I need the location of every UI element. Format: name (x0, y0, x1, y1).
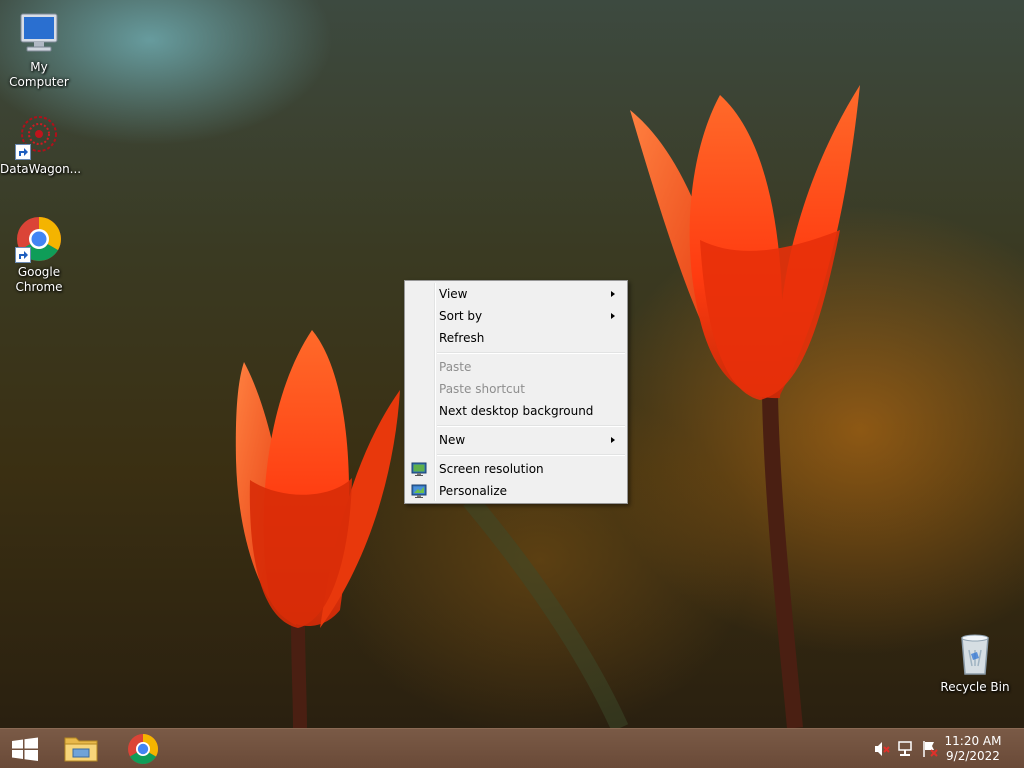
taskbar-clock[interactable]: 11:20 AM 9/2/2022 (942, 734, 1004, 764)
menu-item-paste-shortcut[interactable]: Paste shortcut (407, 378, 625, 400)
chrome-icon (15, 215, 63, 263)
shortcut-arrow-icon (15, 144, 31, 160)
chrome-icon (128, 734, 159, 765)
computer-icon (15, 10, 63, 58)
menu-item-personalize[interactable]: Personalize (407, 480, 625, 502)
menu-item-screen-resolution[interactable]: Screen resolution (407, 458, 625, 480)
menu-item-label: Paste shortcut (439, 382, 525, 396)
volume-muted-icon (875, 742, 890, 756)
taskbar-chrome[interactable] (120, 729, 166, 769)
clock-date: 9/2/2022 (946, 749, 1000, 763)
file-explorer-icon (64, 737, 98, 762)
menu-separator (437, 422, 625, 429)
menu-item-label: Screen resolution (439, 462, 544, 476)
desktop-icon-datawagon[interactable]: DataWagon... (0, 112, 82, 177)
submenu-arrow-icon (611, 291, 615, 297)
menu-separator (437, 349, 625, 356)
menu-item-view[interactable]: View (407, 283, 625, 305)
taskbar: 11:20 AM 9/2/2022 (0, 728, 1024, 768)
windows-logo-icon (12, 737, 38, 761)
menu-item-next-desktop-background[interactable]: Next desktop background (407, 400, 625, 422)
desktop-icon-google-chrome[interactable]: Google Chrome (0, 215, 78, 295)
menu-item-label: New (439, 433, 466, 447)
desktop-icon-label: DataWagon... (0, 162, 82, 176)
tray-volume[interactable] (872, 729, 892, 769)
desktop-icon-label: My Computer (9, 60, 69, 89)
desktop-icon-label-line1: Google (17, 265, 61, 279)
clock-time: 11:20 AM (944, 734, 1002, 748)
tray-network[interactable] (896, 729, 916, 769)
desktop-icon-my-computer[interactable]: My Computer (0, 10, 78, 90)
desktop-icon-label: Recycle Bin (940, 680, 1010, 694)
menu-item-label: Sort by (439, 309, 483, 323)
menu-item-refresh[interactable]: Refresh (407, 327, 625, 349)
menu-item-sort-by[interactable]: Sort by (407, 305, 625, 327)
start-button[interactable] (0, 729, 50, 769)
submenu-arrow-icon (611, 313, 615, 319)
menu-item-label: Paste (439, 360, 472, 374)
network-icon (898, 741, 912, 756)
menu-item-label: View (439, 287, 468, 301)
menu-separator (437, 451, 625, 458)
desktop-icon-label-line2: Chrome (15, 280, 63, 294)
personalize-icon (411, 483, 427, 506)
menu-item-new[interactable]: New (407, 429, 625, 451)
menu-item-label: Personalize (439, 484, 508, 498)
menu-item-label: Next desktop background (439, 404, 594, 418)
taskbar-file-explorer[interactable] (58, 729, 104, 769)
datawagon-icon (15, 112, 63, 160)
menu-item-label: Refresh (439, 331, 485, 345)
desktop-icon-recycle-bin[interactable]: Recycle Bin (936, 630, 1014, 695)
menu-item-paste[interactable]: Paste (407, 356, 625, 378)
shortcut-arrow-icon (15, 247, 31, 263)
tray-action-center[interactable] (920, 729, 940, 769)
recycle-bin-icon (951, 630, 999, 678)
submenu-arrow-icon (611, 437, 615, 443)
action-center-flag-icon (923, 741, 938, 757)
desktop-context-menu: View Sort by Refresh Paste Paste shortcu… (404, 280, 628, 504)
